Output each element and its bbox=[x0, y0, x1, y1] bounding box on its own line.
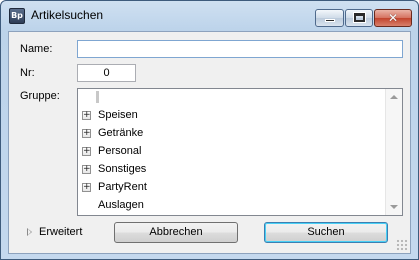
expand-icon[interactable]: + bbox=[82, 147, 91, 156]
erweitert-label: Erweitert bbox=[39, 226, 83, 238]
scroll-down-icon[interactable] bbox=[390, 205, 398, 209]
tree-item-personal[interactable]: + Personal bbox=[78, 143, 378, 161]
tree-item-label: PartyRent bbox=[98, 181, 147, 193]
gruppe-label: Gruppe: bbox=[20, 90, 60, 102]
tree-item-getraenke[interactable]: + Getränke bbox=[78, 125, 378, 143]
window-title: Artikelsuchen bbox=[31, 8, 104, 22]
tree-item-label: Personal bbox=[98, 145, 142, 157]
expand-icon[interactable]: + bbox=[82, 111, 91, 120]
search-button[interactable]: Suchen bbox=[264, 222, 388, 243]
expand-icon[interactable]: + bbox=[82, 129, 91, 138]
gruppe-tree[interactable]: + Speisen + Getränke + Personal + Sonsti… bbox=[77, 88, 403, 216]
close-button[interactable]: ✕ bbox=[374, 9, 412, 27]
tree-item-label: Getränke bbox=[98, 127, 144, 139]
tree-item-auslagen[interactable]: Auslagen bbox=[78, 197, 378, 215]
maximize-button[interactable] bbox=[345, 9, 373, 27]
minimize-button[interactable] bbox=[315, 9, 344, 27]
name-label: Name: bbox=[20, 43, 53, 55]
minimize-icon bbox=[325, 19, 335, 22]
cancel-button[interactable]: Abbrechen bbox=[114, 222, 238, 243]
tree-item-label: Sonstiges bbox=[98, 163, 147, 175]
dialog-window: Bp Artikelsuchen ✕ Name: Nr: 0 Gruppe: +… bbox=[0, 0, 419, 260]
resize-grip[interactable] bbox=[396, 239, 408, 251]
tree-item-label: Auslagen bbox=[98, 199, 144, 211]
title-bar[interactable]: Bp Artikelsuchen ✕ bbox=[1, 1, 418, 31]
empty-tree-node[interactable] bbox=[96, 91, 99, 103]
name-input[interactable] bbox=[77, 40, 403, 58]
expand-icon[interactable]: + bbox=[82, 183, 91, 192]
close-icon: ✕ bbox=[387, 11, 399, 25]
erweitert-toggle[interactable]: Erweitert bbox=[23, 225, 103, 241]
maximize-icon bbox=[353, 12, 366, 23]
tree-scrollbar[interactable] bbox=[385, 89, 402, 215]
tree-item-partyrent[interactable]: + PartyRent bbox=[78, 179, 378, 197]
tree-item-label: Speisen bbox=[98, 109, 138, 121]
nr-label: Nr: bbox=[20, 67, 35, 79]
tree-item-speisen[interactable]: + Speisen bbox=[78, 107, 378, 125]
scroll-up-icon[interactable] bbox=[390, 95, 398, 99]
nr-input[interactable]: 0 bbox=[77, 64, 136, 82]
app-icon: Bp bbox=[9, 8, 25, 24]
dialog-body: Name: Nr: 0 Gruppe: + Speisen + Getränke… bbox=[8, 31, 411, 254]
tree-item-sonstiges[interactable]: + Sonstiges bbox=[78, 161, 378, 179]
expand-icon[interactable]: + bbox=[82, 165, 91, 174]
